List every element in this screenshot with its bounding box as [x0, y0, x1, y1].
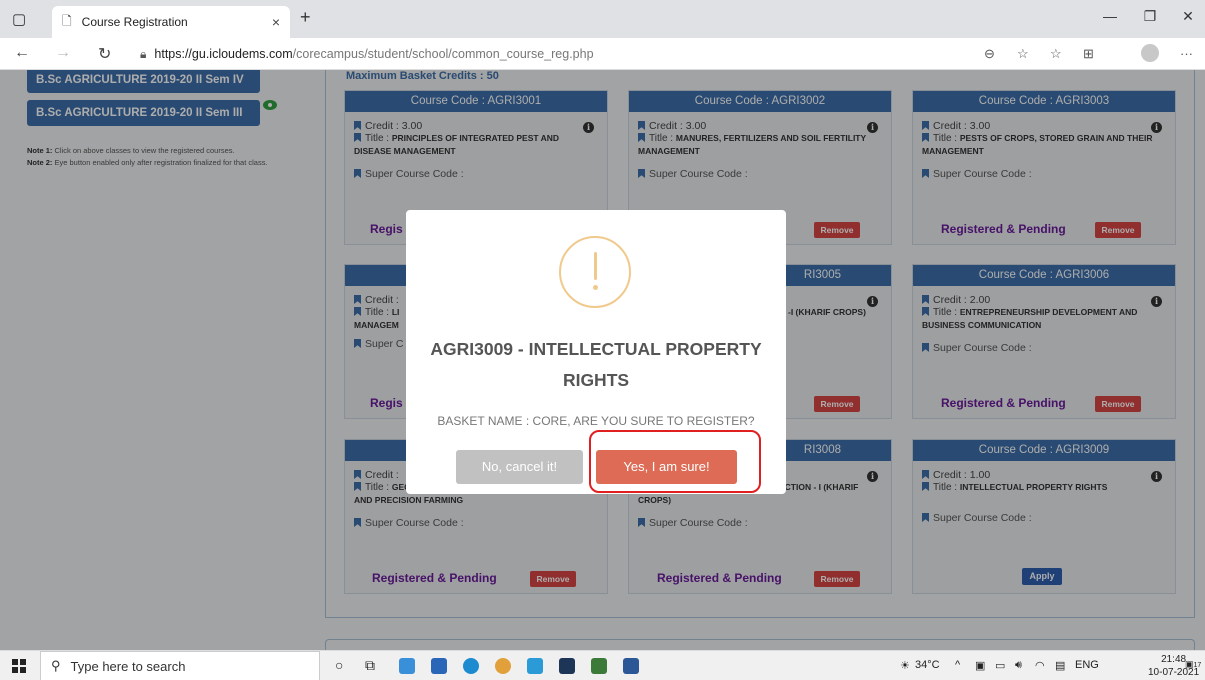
search-icon: ⚲ — [51, 658, 61, 673]
browser-tab[interactable]: 🗋 Course Registration × — [52, 6, 290, 38]
word-icon[interactable] — [623, 658, 639, 674]
cancel-button[interactable]: No, cancel it! — [456, 450, 583, 484]
edge-icon[interactable] — [463, 658, 479, 674]
taskbar-search[interactable]: ⚲ Type here to search — [40, 651, 320, 680]
keyboard-icon[interactable]: ▤ — [1055, 659, 1065, 672]
favorite-icon[interactable]: ☆ — [1017, 46, 1029, 62]
tray-chevron-icon[interactable]: ^ — [955, 659, 960, 671]
language-indicator[interactable]: ENG — [1075, 659, 1099, 671]
app-icon[interactable] — [591, 658, 607, 674]
battery-icon[interactable]: ▭ — [995, 659, 1005, 672]
volume-icon[interactable]: 🔊︎ — [1015, 659, 1022, 672]
url-path: /corecampus/student/school/common_course… — [292, 47, 594, 61]
forward-icon[interactable]: → — [55, 44, 71, 62]
profile-avatar[interactable] — [1141, 44, 1159, 62]
url-field[interactable]: 🔒︎ https://gu.icloudems.com/corecampus/s… — [140, 42, 1000, 66]
page-icon: 🗋 — [62, 13, 72, 28]
tab-close-icon[interactable]: × — [272, 14, 280, 30]
chrome-icon[interactable] — [495, 658, 511, 674]
task-view-icon[interactable]: ⧉ — [365, 657, 375, 674]
dialog-title: AGRI3009 - INTELLECTUAL PROPERTY RIGHTS — [430, 339, 762, 390]
collections-icon[interactable]: ⊞ — [1083, 46, 1094, 62]
file-explorer-icon[interactable] — [399, 658, 415, 674]
search-placeholder: Type here to search — [70, 658, 186, 674]
window-menu-icon[interactable]: ▢ — [12, 10, 26, 28]
photoshop-icon[interactable] — [559, 658, 575, 674]
mail-icon[interactable] — [431, 658, 447, 674]
back-icon[interactable]: ← — [14, 44, 30, 62]
meet-now-icon[interactable]: ▣ — [975, 659, 985, 672]
minimize-icon[interactable]: — — [1100, 8, 1120, 24]
restore-icon[interactable]: ❐ — [1140, 8, 1160, 25]
url-domain: https://gu.icloudems.com — [154, 47, 293, 61]
dell-icon[interactable] — [527, 658, 543, 674]
address-bar: ← → ↻ 🔒︎ https://gu.icloudems.com/coreca… — [0, 38, 1205, 70]
windows-start-icon[interactable] — [12, 659, 26, 673]
wifi-icon[interactable]: ◠ — [1035, 659, 1045, 672]
new-tab-icon[interactable]: + — [300, 7, 311, 28]
favorites-bar-icon[interactable]: ☆ — [1050, 46, 1062, 62]
taskbar: ⚲ Type here to search ○ ⧉ ☀ 34°C ^ ▣ ▭ 🔊… — [0, 650, 1205, 680]
tab-title: Course Registration — [81, 15, 188, 29]
highlight-annotation — [589, 430, 761, 493]
weather-icon[interactable]: ☀ — [900, 659, 910, 672]
close-window-icon[interactable]: ✕ — [1178, 8, 1198, 25]
notification-icon[interactable]: ▣17 — [1185, 659, 1201, 670]
browser-titlebar: ▢ 🗋 Course Registration × + — ❐ ✕ — [0, 0, 1205, 38]
lock-icon: 🔒︎ — [140, 46, 147, 61]
dialog-message: BASKET NAME : CORE, ARE YOU SURE TO REGI… — [437, 414, 755, 428]
refresh-icon[interactable]: ↻ — [98, 44, 111, 64]
more-menu-icon[interactable]: ··· — [1180, 46, 1193, 61]
temperature[interactable]: 34°C — [915, 659, 940, 671]
cortana-icon[interactable]: ○ — [335, 657, 343, 673]
zoom-icon[interactable]: ⊖ — [984, 46, 995, 62]
warning-icon — [559, 236, 631, 308]
